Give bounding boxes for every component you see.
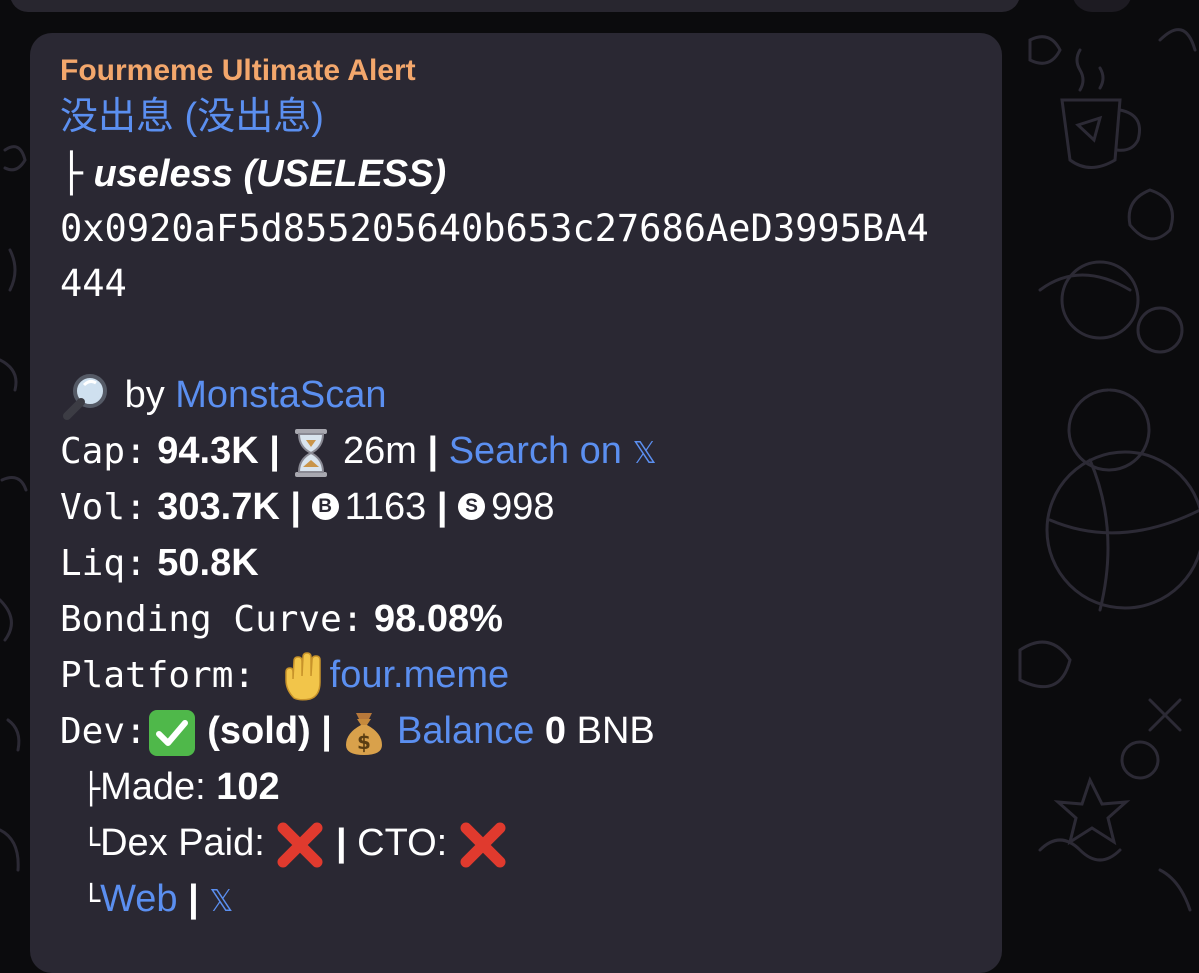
separator: |: [335, 822, 347, 864]
dev-line: Dev: (sold) | $ Balance 0 BNB: [60, 703, 972, 759]
bonding-curve-line: Bonding Curve: 98.08%: [60, 591, 972, 647]
buys-count: 1163: [344, 486, 427, 528]
x-logo-icon[interactable]: 𝕏: [209, 884, 233, 919]
separator: |: [427, 430, 439, 472]
search-on-x-link[interactable]: Search on: [449, 430, 622, 472]
liq-line: Liq: 50.8K: [60, 535, 972, 591]
web-link[interactable]: Web: [100, 878, 177, 920]
bonding-curve-value: 98.08%: [374, 598, 503, 640]
made-line: ├Made: 102: [60, 759, 972, 815]
cap-line: Cap: 94.3K | 26m | Search on 𝕏: [60, 423, 972, 479]
contract-address-line-2: 444: [60, 262, 127, 305]
balance-unit: BNB: [576, 710, 655, 752]
platform-label: Platform:: [60, 655, 256, 696]
svg-text:$: $: [358, 730, 372, 754]
monstascan-link[interactable]: MonstaScan: [175, 374, 386, 416]
platform-line: Platform: four.meme: [60, 647, 972, 703]
balance-value: 0: [544, 710, 567, 752]
dev-status: (sold): [207, 710, 311, 752]
cap-label: Cap:: [60, 431, 147, 472]
cross-mark-icon: [277, 822, 323, 868]
dex-paid-line: └Dex Paid: | CTO:: [60, 815, 972, 871]
x-logo-icon[interactable]: 𝕏: [632, 436, 656, 471]
sells-icon: S: [458, 492, 486, 520]
money-bag-icon: $: [346, 712, 383, 755]
raised-hand-icon: [284, 652, 321, 701]
dex-paid-label: Dex Paid:: [100, 822, 265, 864]
vol-line: Vol: 303.7K | B 1163 | S 998: [60, 479, 972, 535]
dev-label: Dev:: [60, 711, 147, 752]
made-value: 102: [216, 766, 280, 808]
bonding-curve-label: Bonding Curve:: [60, 599, 364, 640]
magnifier-icon: [63, 373, 107, 420]
liq-label: Liq:: [60, 543, 147, 584]
tree-corner-glyph: └: [82, 828, 101, 863]
token-name: useless (USELESS): [93, 153, 447, 195]
token-title-link[interactable]: 没出息 (没出息): [60, 89, 972, 145]
separator: |: [436, 486, 448, 528]
cross-mark-icon: [460, 822, 506, 868]
separator: |: [188, 878, 199, 920]
cto-label: CTO:: [357, 822, 448, 864]
vol-value: 303.7K: [157, 486, 280, 528]
sender-name[interactable]: Fourmeme Ultimate Alert: [60, 53, 972, 89]
cap-value: 94.3K: [157, 430, 259, 472]
buys-icon: B: [311, 492, 339, 520]
vol-label: Vol:: [60, 487, 147, 528]
previous-message-bubble: [10, 0, 1020, 12]
separator: |: [321, 710, 332, 752]
links-line: └Web | 𝕏: [60, 871, 972, 927]
separator: |: [269, 430, 280, 472]
tree-branch-glyph: ├: [82, 772, 101, 807]
tree-corner-glyph: └: [82, 884, 101, 919]
message-bubble: Fourmeme Ultimate Alert 没出息 (没出息) ├ usel…: [30, 33, 1002, 973]
token-name-line: ├ useless (USELESS): [60, 145, 972, 201]
four-meme-link[interactable]: four.meme: [330, 654, 510, 696]
made-label: Made:: [100, 766, 206, 808]
hourglass-icon: [295, 428, 328, 477]
token-age: 26m: [343, 430, 417, 472]
scan-line: by MonstaScan: [60, 367, 972, 423]
separator: |: [290, 486, 302, 528]
contract-address-line-1: 0x0920aF5d855205640b653c27686AeD3995BA4: [60, 207, 929, 250]
sells-count: 998: [491, 486, 555, 528]
liq-value: 50.8K: [157, 542, 259, 584]
check-mark-icon: [148, 709, 195, 756]
by-text: by: [124, 374, 165, 416]
tree-branch-glyph: ├: [60, 151, 83, 195]
balance-link[interactable]: Balance: [397, 710, 534, 752]
